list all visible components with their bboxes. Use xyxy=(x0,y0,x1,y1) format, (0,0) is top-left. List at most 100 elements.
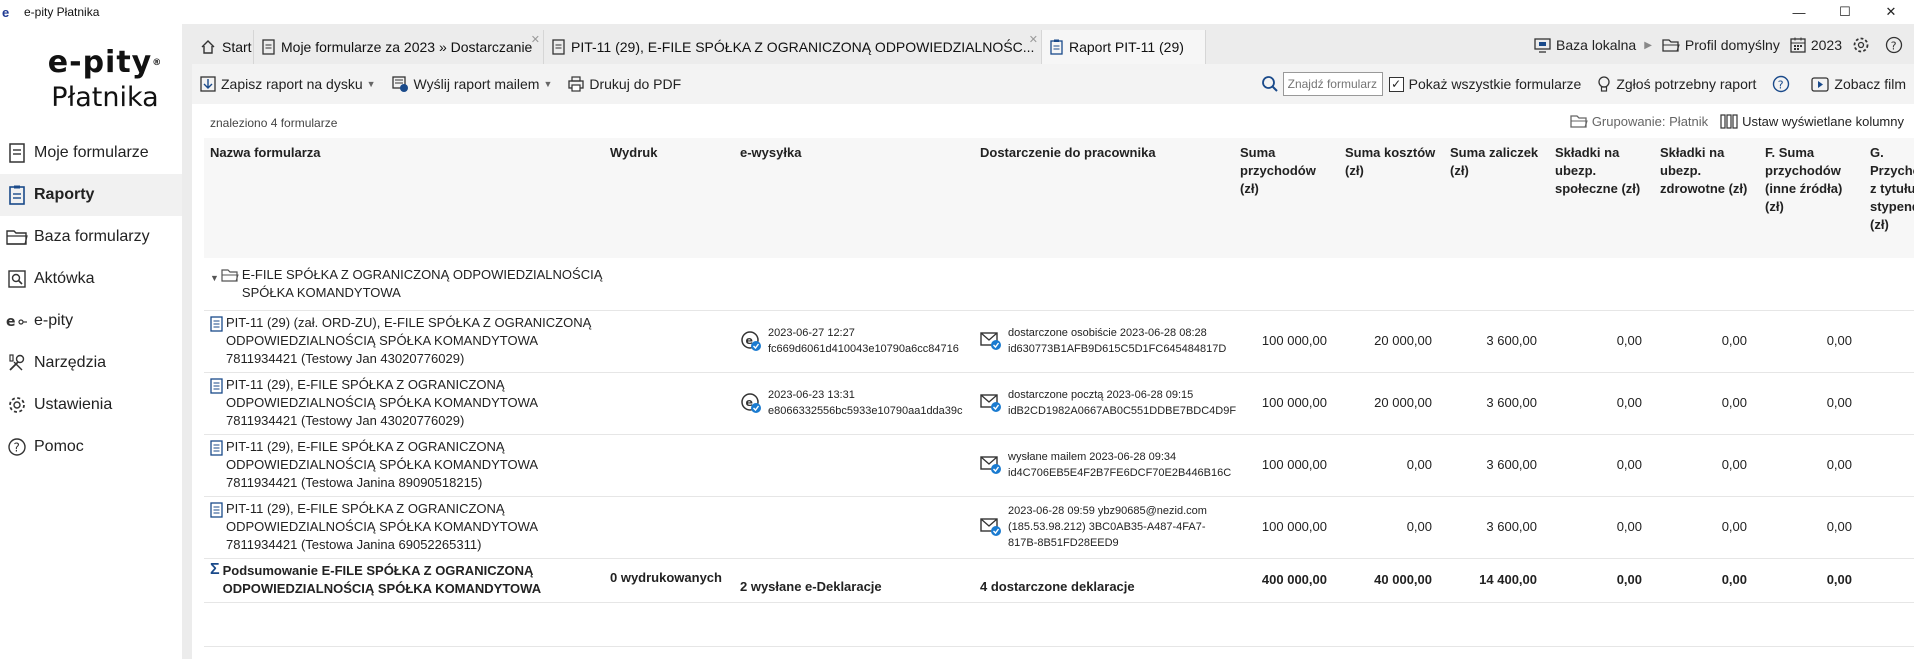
form-name[interactable]: PIT-11 (29), E-FILE SPÓŁKA Z OGRANICZONĄ… xyxy=(226,438,598,492)
col-header-ewysylka[interactable]: e-wysyłka xyxy=(734,138,974,258)
search-input[interactable] xyxy=(1282,72,1383,96)
form-icon xyxy=(210,502,223,518)
spoleczne-cell: 0,00 xyxy=(1549,434,1654,497)
search-icon[interactable] xyxy=(1261,75,1279,93)
ewysylka-id: fc669d6061d410043e10790a6cc84716 xyxy=(768,343,959,355)
sidebar-item-raporty[interactable]: Raporty xyxy=(0,174,182,216)
set-columns-button[interactable]: Ustaw wyświetlane kolumny xyxy=(1720,114,1904,129)
help-button[interactable]: ? xyxy=(1885,36,1908,54)
empty-row xyxy=(204,602,1914,647)
sidebar-item-label: Aktówka xyxy=(34,270,95,287)
minimize-button[interactable]: — xyxy=(1776,0,1822,24)
folder-open-icon xyxy=(1570,115,1588,128)
set-columns-label: Ustaw wyświetlane kolumny xyxy=(1742,114,1904,129)
table-row[interactable]: PIT-11 (29), E-FILE SPÓŁKA Z OGRANICZONĄ… xyxy=(204,434,1914,497)
zdrowotne-cell: 0,00 xyxy=(1654,496,1759,559)
table-row[interactable]: PIT-11 (29) (zał. ORD-ZU), E-FILE SPÓŁKA… xyxy=(204,310,1914,373)
show-all-label: Pokaż wszystkie formularze xyxy=(1408,76,1582,92)
save-report-label: Zapisz raport na dysku xyxy=(221,76,363,92)
tab-label: Moje formularze za 2023 » Dostarczanie xyxy=(281,39,533,55)
form-icon xyxy=(210,316,223,332)
form-name[interactable]: PIT-11 (29), E-FILE SPÓŁKA Z OGRANICZONĄ… xyxy=(226,376,598,430)
tab-start[interactable]: Start xyxy=(192,30,254,64)
save-icon xyxy=(200,76,216,92)
grouping-button[interactable]: Grupowanie: Płatnik xyxy=(1570,114,1708,129)
request-report-button[interactable]: Zgłoś potrzebny raport xyxy=(1597,75,1756,93)
inne-cell: 0,00 xyxy=(1759,310,1864,373)
tab-raport-pit11[interactable]: Raport PIT-11 (29) xyxy=(1042,30,1206,64)
sidebar-item-aktowka[interactable]: Aktówka xyxy=(0,258,182,300)
col-header-wydruk[interactable]: Wydruk xyxy=(604,138,734,258)
summary-koszty: 40 000,00 xyxy=(1339,558,1444,603)
col-header-spoleczne[interactable]: Składki na ubezp. społeczne (zł) xyxy=(1549,138,1654,258)
watch-film-button[interactable]: Zobacz film xyxy=(1811,76,1906,92)
folder-open-icon xyxy=(1662,38,1680,52)
local-db-button[interactable]: Baza lokalna ▶ xyxy=(1534,37,1652,53)
table-row[interactable]: PIT-11 (29), E-FILE SPÓŁKA Z OGRANICZONĄ… xyxy=(204,372,1914,435)
delivery-status: 2023-06-28 09:59 ybz90685@nezid.com (185… xyxy=(1008,505,1207,549)
tab-close-icon[interactable]: ✕ xyxy=(531,33,540,46)
sum-icon: Σ xyxy=(210,561,220,578)
inne-cell: 0,00 xyxy=(1759,372,1864,435)
sidebar-nav: Moje formularze Raporty Baza formularzy … xyxy=(0,132,182,468)
summary-przychody: 400 000,00 xyxy=(1234,558,1339,603)
sidebar-item-ustawienia[interactable]: Ustawienia xyxy=(0,384,182,426)
col-header-dostarczenie[interactable]: Dostarczenie do pracownika xyxy=(974,138,1234,258)
profile-button[interactable]: Profil domyślny xyxy=(1662,37,1780,53)
col-header-stypendia[interactable]: G. Przychody z tytułu stypendiów (zł) xyxy=(1864,138,1914,258)
show-all-checkbox[interactable]: ✓ xyxy=(1388,76,1404,92)
year-button[interactable]: 2023 xyxy=(1790,37,1842,53)
settings-button[interactable] xyxy=(1852,36,1875,54)
app-logo-icon: e xyxy=(2,4,10,20)
collapse-toggle-icon[interactable]: ▼ xyxy=(210,269,219,287)
sidebar-item-narzedzia[interactable]: Narzędzia xyxy=(0,342,182,384)
summary-zdrowotne: 0,00 xyxy=(1654,558,1759,603)
wydruk-cell xyxy=(604,310,734,373)
breadcrumb-arrow-icon: ▶ xyxy=(1644,39,1652,51)
print-pdf-button[interactable]: Drukuj do PDF xyxy=(568,76,681,92)
tab-pit11-form[interactable]: PIT-11 (29), E-FILE SPÓŁKA Z OGRANICZONĄ… xyxy=(544,30,1042,64)
sidebar-item-baza-formularzy[interactable]: Baza formularzy xyxy=(0,216,182,258)
ewysylka-id: e8066332556bc5933e10790aa1dda39c xyxy=(768,405,963,417)
toolbar-help-button[interactable]: ? xyxy=(1772,75,1795,93)
sidebar-item-moje-formularze[interactable]: Moje formularze xyxy=(0,132,182,174)
form-name[interactable]: PIT-11 (29) (zał. ORD-ZU), E-FILE SPÓŁKA… xyxy=(226,314,598,368)
summary-dostarczenie: 4 dostarczone deklaracje xyxy=(974,558,1234,603)
col-header-inne[interactable]: F. Suma przychodów (inne źródła) (zł) xyxy=(1759,138,1864,258)
content-options: Grupowanie: Płatnik Ustaw wyświetlane ko… xyxy=(1558,114,1904,129)
col-header-zaliczki[interactable]: Suma zaliczek (zł) xyxy=(1444,138,1549,258)
folder-open-icon xyxy=(221,269,239,282)
zaliczki-cell: 3 600,00 xyxy=(1444,496,1549,559)
delivery-id: id4C706EB5E4F2B7FE6DCF70E2B446B16C xyxy=(1008,467,1232,479)
spoleczne-cell: 0,00 xyxy=(1549,496,1654,559)
col-header-name[interactable]: Nazwa formularza xyxy=(204,138,604,258)
save-report-button[interactable]: Zapisz raport na dysku ▼ xyxy=(200,76,376,92)
svg-text:e: e xyxy=(6,314,16,328)
col-header-przychody[interactable]: Suma przychodów (zł) xyxy=(1234,138,1339,258)
tab-moje-formularze[interactable]: Moje formularze za 2023 » Dostarczanie ✕ xyxy=(254,30,544,64)
sidebar-item-pomoc[interactable]: ? Pomoc xyxy=(0,426,182,468)
group-name: E-FILE SPÓŁKA Z OGRANICZONĄ ODPOWIEDZIAL… xyxy=(241,266,603,300)
col-header-zdrowotne[interactable]: Składki na ubezp. zdrowotne (zł) xyxy=(1654,138,1759,258)
sidebar-item-e-pity[interactable]: e e-pity xyxy=(0,300,182,342)
tab-close-icon[interactable]: ✕ xyxy=(1029,33,1038,46)
maximize-button[interactable]: ☐ xyxy=(1822,0,1868,24)
summary-wydruk: 0 wydrukowanych xyxy=(604,558,734,603)
mail-delivered-icon xyxy=(980,456,1001,474)
inne-cell: 0,00 xyxy=(1759,496,1864,559)
ewysylka-date: 2023-06-27 12:27 xyxy=(768,327,855,339)
report-content: znaleziono 4 formularze Grupowanie: Płat… xyxy=(204,110,1914,659)
tools-icon xyxy=(6,352,28,374)
mail-delivered-icon xyxy=(980,332,1001,350)
table-row[interactable]: PIT-11 (29), E-FILE SPÓŁKA Z OGRANICZONĄ… xyxy=(204,496,1914,559)
delivery-status: wysłane mailem 2023-06-28 09:34 xyxy=(1008,451,1177,463)
sidebar-item-label: Ustawienia xyxy=(34,396,113,413)
koszty-cell: 0,00 xyxy=(1339,496,1444,559)
group-row[interactable]: ▼ E-FILE SPÓŁKA Z OGRANICZONĄ ODPOWIEDZI… xyxy=(204,258,1914,311)
koszty-cell: 20 000,00 xyxy=(1339,310,1444,373)
close-window-button[interactable]: ✕ xyxy=(1868,0,1914,24)
form-name[interactable]: PIT-11 (29), E-FILE SPÓŁKA Z OGRANICZONĄ… xyxy=(226,500,598,554)
sidebar-item-label: Baza formularzy xyxy=(34,228,150,245)
send-report-button[interactable]: Wyślij raport mailem ▼ xyxy=(391,76,552,92)
col-header-koszty[interactable]: Suma kosztów (zł) xyxy=(1339,138,1444,258)
